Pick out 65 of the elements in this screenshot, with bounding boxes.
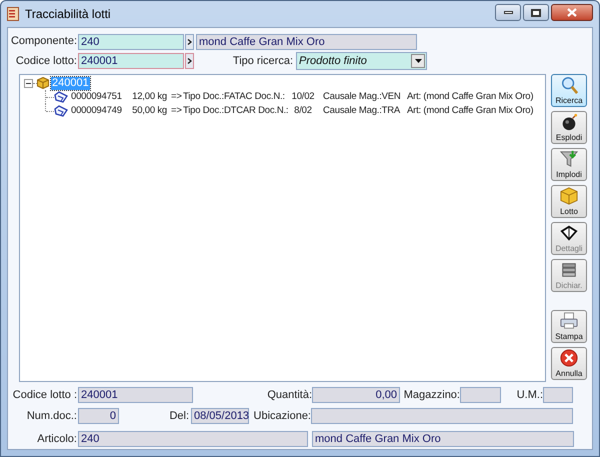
app-icon [7, 7, 19, 21]
input-field[interactable]: 240 [78, 34, 184, 50]
arrow-text: => [171, 104, 183, 118]
input-field[interactable]: 240001 [78, 53, 184, 69]
display-field: 240001 [78, 387, 193, 403]
doc-type-text: Tipo Doc.:FATAC Doc.N.: [183, 90, 286, 104]
arrow-text: => [171, 90, 183, 104]
cancel-icon [560, 349, 578, 367]
display-field [543, 387, 573, 403]
field-label: Del: [168, 408, 190, 424]
date-field: 08/05/2013 [191, 408, 249, 424]
maximize-button[interactable] [523, 4, 549, 21]
doc-number-text: 10/02 [291, 90, 315, 104]
doc-type-text: Tipo Doc.:DTCAR Doc.N.: [183, 104, 290, 118]
lot-code: 0000094751 [71, 90, 123, 104]
printer-icon [560, 312, 578, 330]
lookup-button[interactable] [185, 34, 194, 50]
box-button[interactable]: Lotto [551, 185, 587, 218]
field-label: Componente: [10, 34, 78, 50]
funnel-icon [560, 150, 578, 168]
dropdown-arrow-icon [414, 59, 422, 63]
lot-code: 0000094749 [71, 104, 123, 118]
maximize-icon [531, 8, 541, 16]
bomb-icon [560, 113, 578, 131]
stack-icon [560, 261, 578, 279]
display-field: 0 [78, 408, 119, 424]
field-label: Codice lotto: [14, 54, 78, 69]
display-field: 240 [78, 431, 308, 447]
display-field [460, 387, 501, 403]
causale-text: Causale Mag.:VEN [323, 90, 401, 104]
minimize-icon [504, 11, 512, 14]
field-label: Ubicazione: [252, 408, 311, 424]
field-label: U.M.: [516, 388, 543, 403]
quantity-text: 12,00 kg [131, 90, 167, 104]
dropdown-field[interactable]: Prodotto finito [296, 52, 427, 70]
cancel-button[interactable]: Annulla [551, 347, 587, 380]
display-field: 0,00 [312, 387, 400, 403]
field-label: Articolo: [36, 432, 78, 447]
doc-number-text: 8/02 [293, 104, 313, 118]
causale-text: Causale Mag.:TRA [323, 104, 401, 118]
close-icon [567, 8, 577, 17]
funnel-button[interactable]: Implodi [551, 148, 587, 181]
lookup-button[interactable] [185, 53, 194, 69]
field-label: Quantità: [266, 388, 312, 403]
minimize-button[interactable] [495, 4, 521, 21]
box-icon [560, 187, 578, 205]
field-label: Magazzino: [402, 388, 460, 403]
chevron-icon [187, 38, 192, 44]
quantity-text: 50,00 kg [131, 104, 167, 118]
bomb-button[interactable]: Esplodi [551, 111, 587, 144]
search-button[interactable]: Ricerca [551, 74, 587, 107]
description-field: mond Caffe Gran Mix Oro [312, 431, 574, 447]
article-text: Art: (mond Caffe Gran Mix Oro) [407, 90, 534, 104]
window-title: Tracciabilità lotti [25, 6, 111, 23]
box-icon [37, 77, 49, 89]
description-field: mond Caffe Gran Mix Oro [196, 34, 417, 50]
chevron-icon [187, 58, 192, 64]
field-label: Tipo ricerca: [232, 54, 294, 69]
field-label: Codice lotto : [12, 388, 78, 403]
article-text: Art: (mond Caffe Gran Mix Oro) [407, 104, 534, 118]
search-icon [560, 76, 578, 94]
collapse-toggle[interactable] [24, 78, 33, 88]
field-label: Num.doc.: [26, 408, 78, 424]
close-button[interactable] [551, 4, 593, 21]
printer-button[interactable]: Stampa [551, 310, 587, 343]
